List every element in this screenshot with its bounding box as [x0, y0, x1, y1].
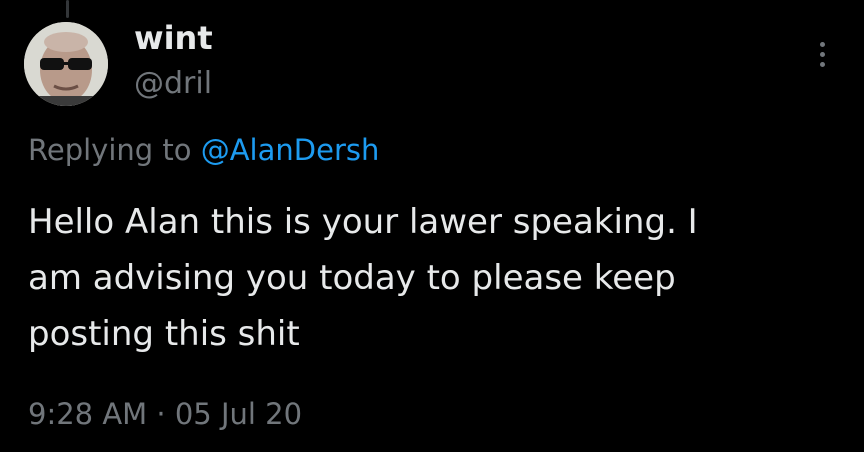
avatar[interactable] — [24, 22, 108, 106]
reply-mention-link[interactable]: @AlanDersh — [201, 133, 380, 167]
more-options-button[interactable] — [804, 36, 840, 72]
timestamp-separator: · — [147, 397, 175, 431]
sunglasses-man-avatar — [24, 22, 108, 106]
more-vertical-icon-dot — [819, 61, 825, 67]
tweet-timestamp: 9:28 AM · 05 Jul 20 — [28, 394, 302, 434]
tweet-text: Hello Alan this is your lawer speaking. … — [28, 202, 698, 354]
tweet-date-link[interactable]: 05 Jul 20 — [175, 397, 302, 431]
thread-connector-line — [66, 0, 69, 18]
tweet-time-link[interactable]: 9:28 AM — [28, 397, 147, 431]
more-vertical-icon-dot — [819, 51, 825, 57]
author-handle[interactable]: @dril — [134, 64, 212, 104]
author-display-name[interactable]: wint — [134, 18, 213, 58]
reply-context: Replying to @AlanDersh — [28, 130, 379, 170]
reply-context-prefix: Replying to — [28, 133, 201, 167]
more-vertical-icon — [819, 41, 825, 47]
